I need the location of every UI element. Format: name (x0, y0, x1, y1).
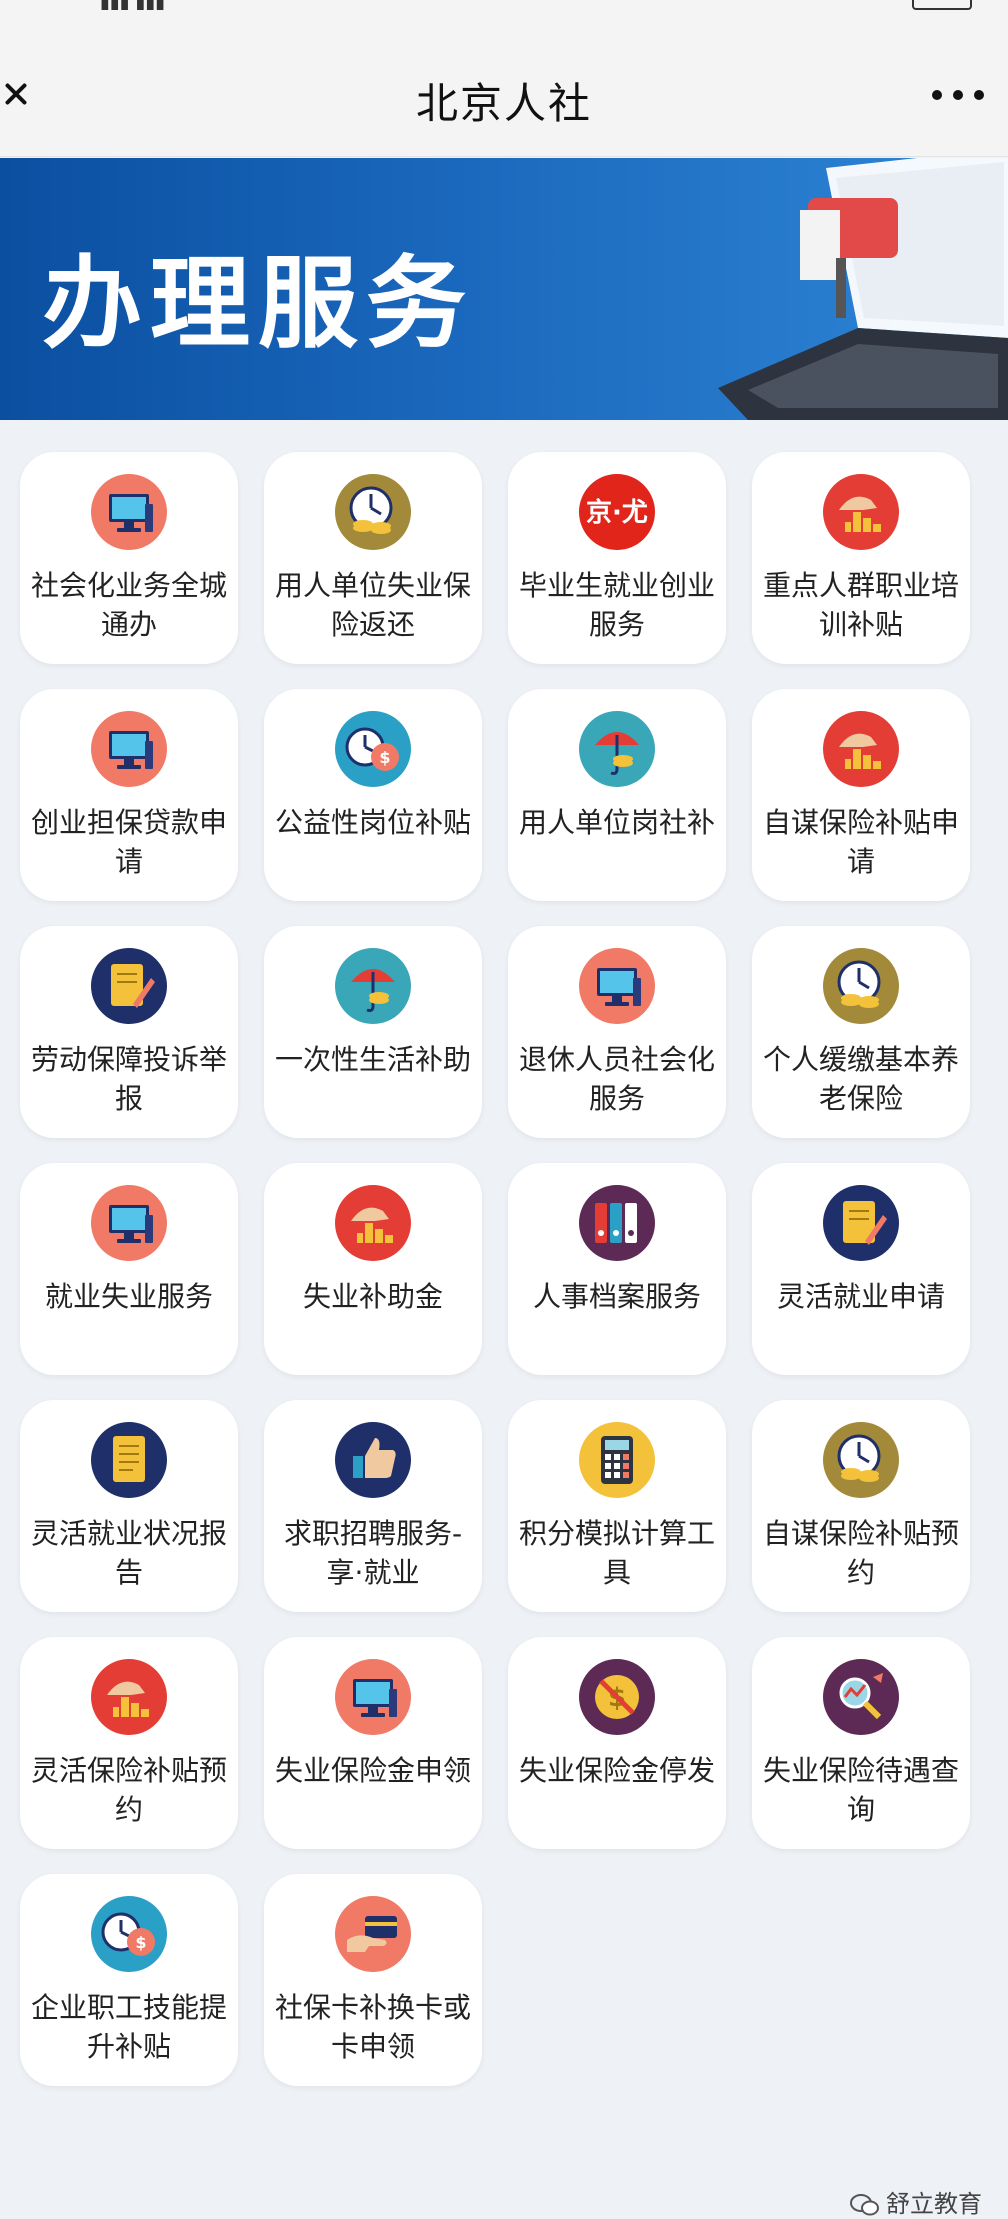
computer-icon (91, 711, 167, 787)
clock-coins-icon (823, 948, 899, 1024)
service-card[interactable]: 失业保险待遇查询 (752, 1637, 970, 1849)
service-card[interactable]: 社保卡补换卡或卡申领 (264, 1874, 482, 2086)
service-label: 劳动保障投诉举报 (30, 1043, 227, 1115)
computer-icon (91, 474, 167, 550)
service-label: 自谋保险补贴预约 (762, 1517, 959, 1589)
service-label: 失业保险待遇查询 (762, 1754, 959, 1826)
service-label: 创业担保贷款申请 (30, 806, 227, 878)
service-label: 灵活就业申请 (776, 1280, 945, 1313)
service-card[interactable]: 社会化业务全城通办 (20, 452, 238, 664)
service-label: 就业失业服务 (44, 1280, 213, 1313)
service-label: 失业补助金 (302, 1280, 443, 1313)
clock-money-icon: $ (91, 1896, 167, 1972)
banner: 办理服务 (0, 158, 1008, 420)
svg-text:京·尤: 京·尤 (586, 497, 648, 528)
service-label: 社会化业务全城通办 (30, 569, 227, 641)
page-title: 北京人社 (415, 79, 592, 128)
service-card[interactable]: 个人缓缴基本养老保险 (752, 926, 970, 1138)
service-label: 毕业生就业创业服务 (518, 569, 715, 641)
svg-text:$: $ (135, 1933, 146, 1952)
service-card[interactable]: 劳动保障投诉举报 (20, 926, 238, 1138)
watermark-text: 舒立教育 (886, 2190, 982, 2218)
service-card[interactable]: $ 企业职工技能提升补贴 (20, 1874, 238, 2086)
service-label: 积分模拟计算工具 (518, 1517, 715, 1589)
service-card[interactable]: 京·尤毕业生就业创业服务 (508, 452, 726, 664)
document-icon (91, 1422, 167, 1498)
service-card[interactable]: 退休人员社会化服务 (508, 926, 726, 1138)
service-label: 企业职工技能提升补贴 (30, 1991, 227, 2063)
svg-text:$: $ (379, 748, 390, 767)
umbrella-money-icon (579, 711, 655, 787)
more-options-icon[interactable] (932, 90, 986, 104)
umbrella-money-icon (335, 948, 411, 1024)
hand-chart-icon (823, 711, 899, 787)
service-card[interactable]: 失业补助金 (264, 1163, 482, 1375)
service-label: 灵活就业状况报告 (30, 1517, 227, 1589)
binders-icon (579, 1185, 655, 1261)
service-card[interactable]: 创业担保贷款申请 (20, 689, 238, 901)
computer-icon (91, 1185, 167, 1261)
service-card[interactable]: 灵活就业申请 (752, 1163, 970, 1375)
service-card[interactable]: $ 失业保险金停发 (508, 1637, 726, 1849)
hand-chart-icon (335, 1185, 411, 1261)
service-card[interactable]: 人事档案服务 (508, 1163, 726, 1375)
service-card[interactable]: 灵活保险补贴预约 (20, 1637, 238, 1849)
service-card[interactable]: 一次性生活补助 (264, 926, 482, 1138)
service-card[interactable]: 用人单位失业保险返还 (264, 452, 482, 664)
service-label: 人事档案服务 (532, 1280, 701, 1313)
document-pen-icon (91, 948, 167, 1024)
service-label: 重点人群职业培训补贴 (762, 569, 959, 641)
service-card[interactable]: 用人单位岗社补 (508, 689, 726, 901)
status-bar: ▮▮▮ ▮▮▮ (0, 0, 1008, 44)
service-card[interactable]: 积分模拟计算工具 (508, 1400, 726, 1612)
service-label: 个人缓缴基本养老保险 (762, 1043, 959, 1115)
clock-coins-icon (823, 1422, 899, 1498)
service-label: 退休人员社会化服务 (518, 1043, 715, 1115)
navigation-bar: 北京人社 (0, 44, 1008, 157)
computer-icon (335, 1659, 411, 1735)
hand-card-icon (335, 1896, 411, 1972)
service-label: 公益性岗位补贴 (274, 806, 471, 839)
clock-money-icon: $ (335, 711, 411, 787)
calculator-icon (579, 1422, 655, 1498)
service-label: 失业保险金申领 (274, 1754, 471, 1787)
battery-icon (912, 0, 972, 10)
thumbs-up-icon (335, 1422, 411, 1498)
service-card[interactable]: 就业失业服务 (20, 1163, 238, 1375)
service-card[interactable]: 失业保险金申领 (264, 1637, 482, 1849)
service-label: 求职招聘服务-享·就业 (283, 1517, 463, 1589)
jd-logo-icon: 京·尤 (579, 474, 655, 550)
service-label: 失业保险金停发 (518, 1754, 715, 1787)
service-label: 用人单位失业保险返还 (274, 569, 471, 641)
banner-title: 办理服务 (42, 245, 474, 362)
status-bar-signal: ▮▮▮ ▮▮▮ (100, 0, 420, 10)
document-pen-icon (823, 1185, 899, 1261)
laptop-mailbox-illustration (718, 158, 1008, 420)
no-money-icon: $ (579, 1659, 655, 1735)
service-label: 一次性生活补助 (274, 1043, 471, 1076)
service-area: 社会化业务全城通办 用人单位失业保险返还 京·尤 毕业生就业创业服务 重点人群职业培训补… (0, 420, 1008, 2218)
hand-chart-icon (91, 1659, 167, 1735)
service-card[interactable]: 重点人群职业培训补贴 (752, 452, 970, 664)
service-card[interactable]: 求职招聘服务-享·就业 (264, 1400, 482, 1612)
service-card[interactable]: 自谋保险补贴申请 (752, 689, 970, 901)
magnifier-chart-icon (823, 1659, 899, 1735)
hand-chart-icon (823, 474, 899, 550)
service-label: 用人单位岗社补 (518, 806, 715, 839)
service-card[interactable]: $ 公益性岗位补贴 (264, 689, 482, 901)
service-label: 社保卡补换卡或卡申领 (274, 1991, 471, 2063)
service-label: 自谋保险补贴申请 (762, 806, 959, 878)
computer-icon (579, 948, 655, 1024)
watermark: 舒立教育 (850, 2184, 982, 2218)
wechat-icon (850, 2194, 879, 2216)
service-card[interactable]: 灵活就业状况报告 (20, 1400, 238, 1612)
service-label: 灵活保险补贴预约 (30, 1754, 227, 1826)
service-card[interactable]: 自谋保险补贴预约 (752, 1400, 970, 1612)
clock-coins-icon (335, 474, 411, 550)
